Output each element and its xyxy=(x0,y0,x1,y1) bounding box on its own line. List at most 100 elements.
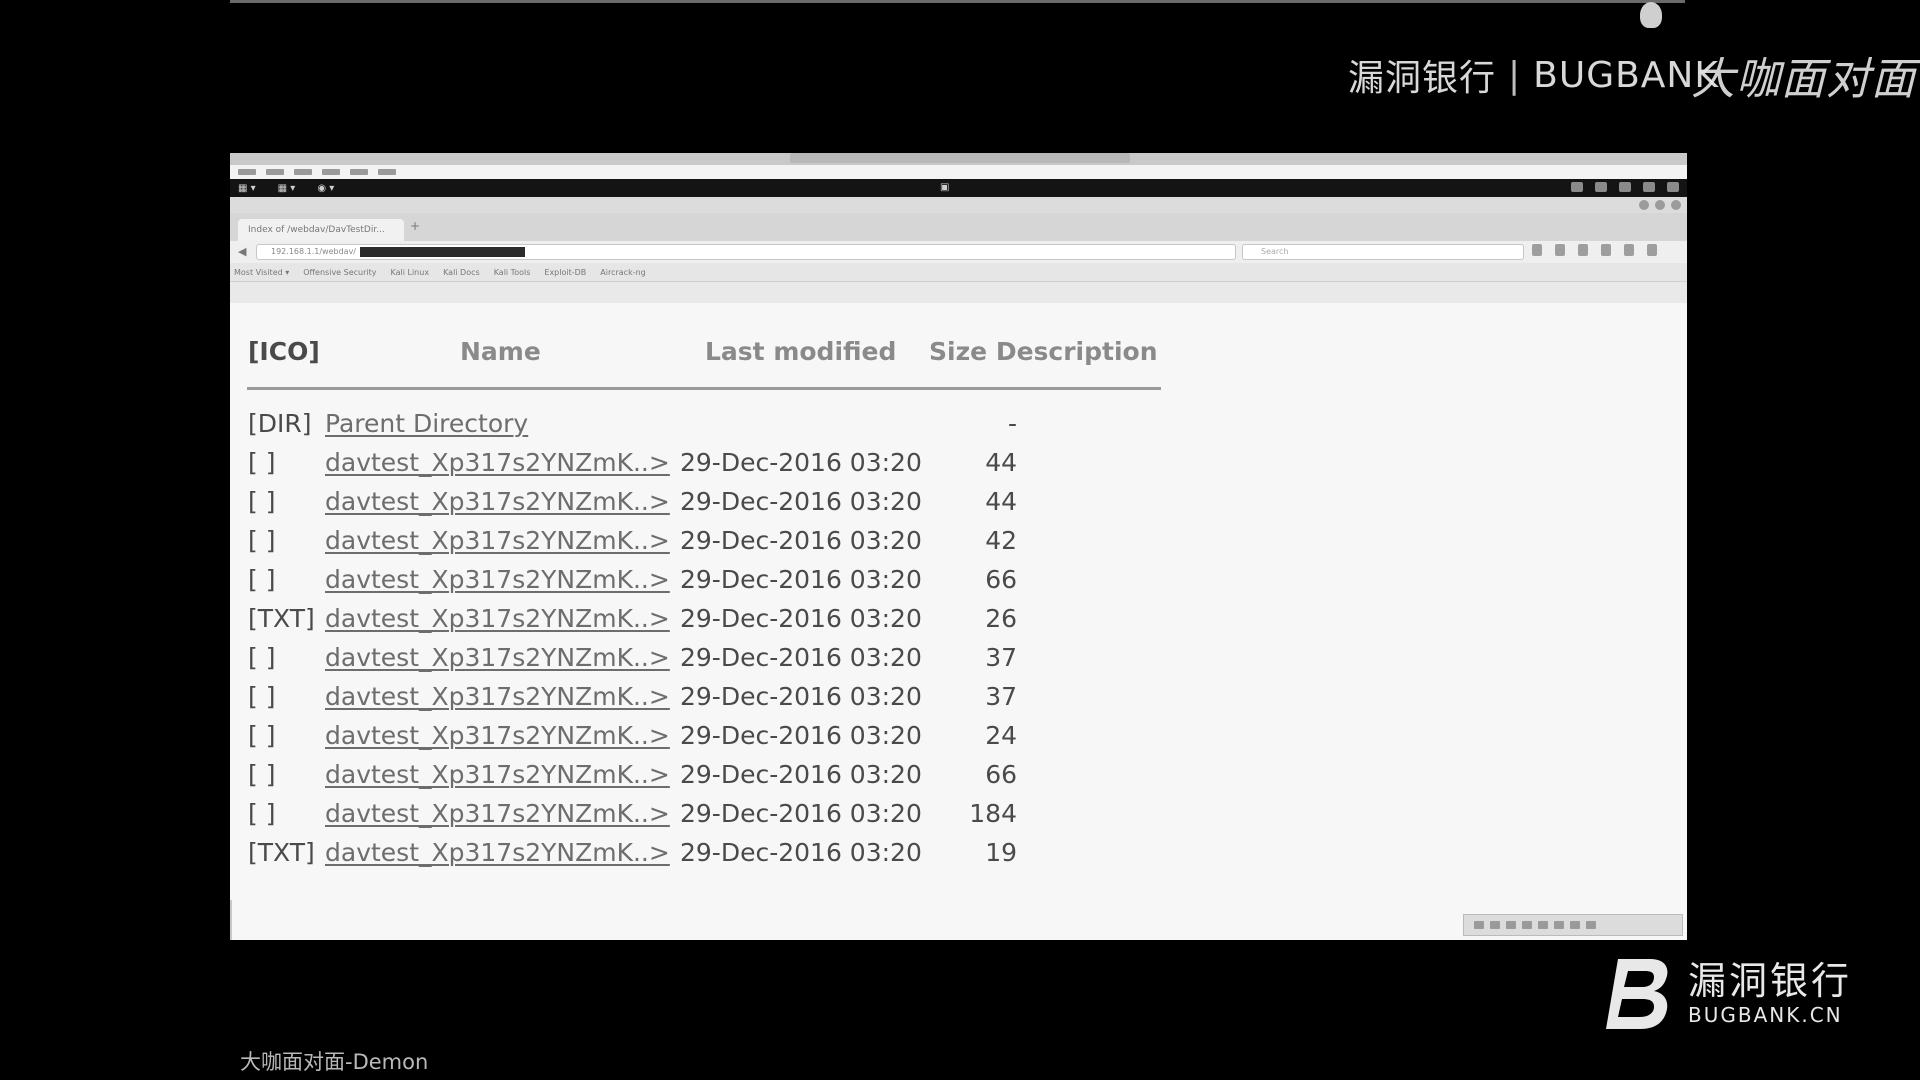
status-bar xyxy=(1463,914,1683,936)
row-size: 19 xyxy=(985,838,1017,867)
row-size: - xyxy=(1007,409,1017,438)
status-icon[interactable] xyxy=(1570,921,1580,929)
menu-item[interactable] xyxy=(238,169,256,175)
header-last-modified[interactable]: Last modified xyxy=(705,337,896,366)
watermark-separator: | xyxy=(1508,54,1522,96)
minimize-icon[interactable] xyxy=(1639,200,1649,210)
panel-places[interactable]: ▦ ▾ xyxy=(278,183,296,194)
status-icon[interactable] xyxy=(1490,921,1500,929)
menu-item[interactable] xyxy=(378,169,396,175)
menu-item[interactable] xyxy=(322,169,340,175)
browser-tab[interactable]: Index of /webdav/DavTestDir... xyxy=(238,219,404,241)
panel-applications[interactable]: ▦ ▾ xyxy=(238,183,256,194)
pocket-icon[interactable] xyxy=(1578,244,1588,256)
system-menu-bar xyxy=(230,165,1687,179)
menu-item[interactable] xyxy=(294,169,312,175)
header-name[interactable]: Name xyxy=(460,337,541,366)
row-size: 66 xyxy=(985,565,1017,594)
header-size-description: Size Description xyxy=(929,337,1158,366)
row-icon: [ ] xyxy=(248,448,276,477)
row-size: 66 xyxy=(985,760,1017,789)
tray-icon[interactable] xyxy=(1619,182,1631,192)
row-icon: [ ] xyxy=(248,565,276,594)
navigation-bar: ◀ 192.168.1.1/webdav/ Search xyxy=(230,241,1687,263)
row-size: 44 xyxy=(985,487,1017,516)
url-selection xyxy=(360,246,525,257)
row-icon: [TXT] xyxy=(248,604,315,633)
row-icon: [ ] xyxy=(248,526,276,555)
file-link[interactable]: davtest_Xp317s2YNZmK..> xyxy=(325,760,670,789)
header-description[interactable]: Description xyxy=(996,337,1158,366)
home-icon[interactable] xyxy=(1624,244,1634,256)
file-link[interactable]: davtest_Xp317s2YNZmK..> xyxy=(325,721,670,750)
watermark-script: 大咖面对面 xyxy=(1690,54,1916,105)
firefox-title-bar xyxy=(230,197,1687,213)
row-icon: [ ] xyxy=(248,721,276,750)
status-icon[interactable] xyxy=(1522,921,1532,929)
bookmark-item[interactable]: Kali Docs xyxy=(443,268,480,277)
header-rule xyxy=(247,387,1161,390)
file-link[interactable]: davtest_Xp317s2YNZmK..> xyxy=(325,799,670,828)
file-link[interactable]: davtest_Xp317s2YNZmK..> xyxy=(325,838,670,867)
bookmark-item[interactable]: Exploit-DB xyxy=(544,268,586,277)
menu-item[interactable] xyxy=(350,169,368,175)
maximize-icon[interactable] xyxy=(1655,200,1665,210)
bookmark-item[interactable]: Offensive Security xyxy=(303,268,376,277)
desktop-panel: ▦ ▾ ▦ ▾ ◉ ▾ ▣ xyxy=(230,179,1687,197)
row-icon: [ ] xyxy=(248,643,276,672)
file-link[interactable]: davtest_Xp317s2YNZmK..> xyxy=(325,565,670,594)
url-bar[interactable]: 192.168.1.1/webdav/ xyxy=(256,244,1236,260)
bugbank-logo: 漏洞银行 BUGBANK.CN xyxy=(1604,955,1852,1031)
row-size: 24 xyxy=(985,721,1017,750)
row-size: 44 xyxy=(985,448,1017,477)
tray-icon[interactable] xyxy=(1595,182,1607,192)
file-link[interactable]: davtest_Xp317s2YNZmK..> xyxy=(325,487,670,516)
row-size: 184 xyxy=(969,799,1017,828)
header-icon: [ICO] xyxy=(248,337,320,366)
bookmark-item[interactable]: Most Visited ▾ xyxy=(234,268,289,277)
panel-tray xyxy=(1571,182,1679,192)
parent-directory-link[interactable]: Parent Directory xyxy=(325,409,528,438)
header-size[interactable]: Size xyxy=(929,337,987,366)
panel-firefox[interactable]: ◉ ▾ xyxy=(317,183,334,194)
status-icon[interactable] xyxy=(1506,921,1516,929)
bookmark-item[interactable]: Kali Tools xyxy=(494,268,531,277)
url-text: 192.168.1.1/webdav/ xyxy=(271,247,356,256)
file-link[interactable]: davtest_Xp317s2YNZmK..> xyxy=(325,604,670,633)
remote-desktop: ▦ ▾ ▦ ▾ ◉ ▾ ▣ Index of /webdav/DavTestDi… xyxy=(230,153,1687,940)
file-link[interactable]: davtest_Xp317s2YNZmK..> xyxy=(325,643,670,672)
reading-list-icon[interactable] xyxy=(1555,244,1565,256)
system-title-bar xyxy=(230,153,1687,165)
search-input[interactable]: Search xyxy=(1242,244,1524,260)
logo-text: 漏洞银行 BUGBANK.CN xyxy=(1688,959,1852,1027)
page-content: [ICO] Name Last modified Size Descriptio… xyxy=(230,303,1687,940)
menu-item[interactable] xyxy=(266,169,284,175)
row-size: 37 xyxy=(985,682,1017,711)
lightbulb-icon xyxy=(1640,2,1662,28)
bookmark-item[interactable]: Kali Linux xyxy=(391,268,430,277)
status-icon[interactable] xyxy=(1474,921,1484,929)
status-icon[interactable] xyxy=(1538,921,1548,929)
search-placeholder: Search xyxy=(1261,247,1289,256)
row-size: 42 xyxy=(985,526,1017,555)
tray-icon[interactable] xyxy=(1667,182,1679,192)
status-icon[interactable] xyxy=(1586,921,1596,929)
tray-icon[interactable] xyxy=(1643,182,1655,192)
new-tab-icon[interactable]: + xyxy=(410,219,420,233)
bookmark-item[interactable]: Aircrack-ng xyxy=(600,268,645,277)
row-icon: [ ] xyxy=(248,760,276,789)
file-link[interactable]: davtest_Xp317s2YNZmK..> xyxy=(325,448,670,477)
watermark-brand-cn: 漏洞银行 xyxy=(1348,58,1497,99)
file-link[interactable]: davtest_Xp317s2YNZmK..> xyxy=(325,526,670,555)
close-icon[interactable] xyxy=(1671,200,1681,210)
status-icon[interactable] xyxy=(1554,921,1564,929)
file-link[interactable]: davtest_Xp317s2YNZmK..> xyxy=(325,682,670,711)
menu-icon[interactable] xyxy=(1647,244,1657,256)
row-icon: [ ] xyxy=(248,799,276,828)
tab-bar: Index of /webdav/DavTestDir... + xyxy=(230,213,1687,241)
video-credit: 大咖面对面-Demon xyxy=(240,1050,429,1074)
tray-icon[interactable] xyxy=(1571,182,1583,192)
download-icon[interactable] xyxy=(1601,244,1611,256)
bookmark-star-icon[interactable] xyxy=(1532,244,1542,256)
back-icon[interactable]: ◀ xyxy=(238,245,246,258)
